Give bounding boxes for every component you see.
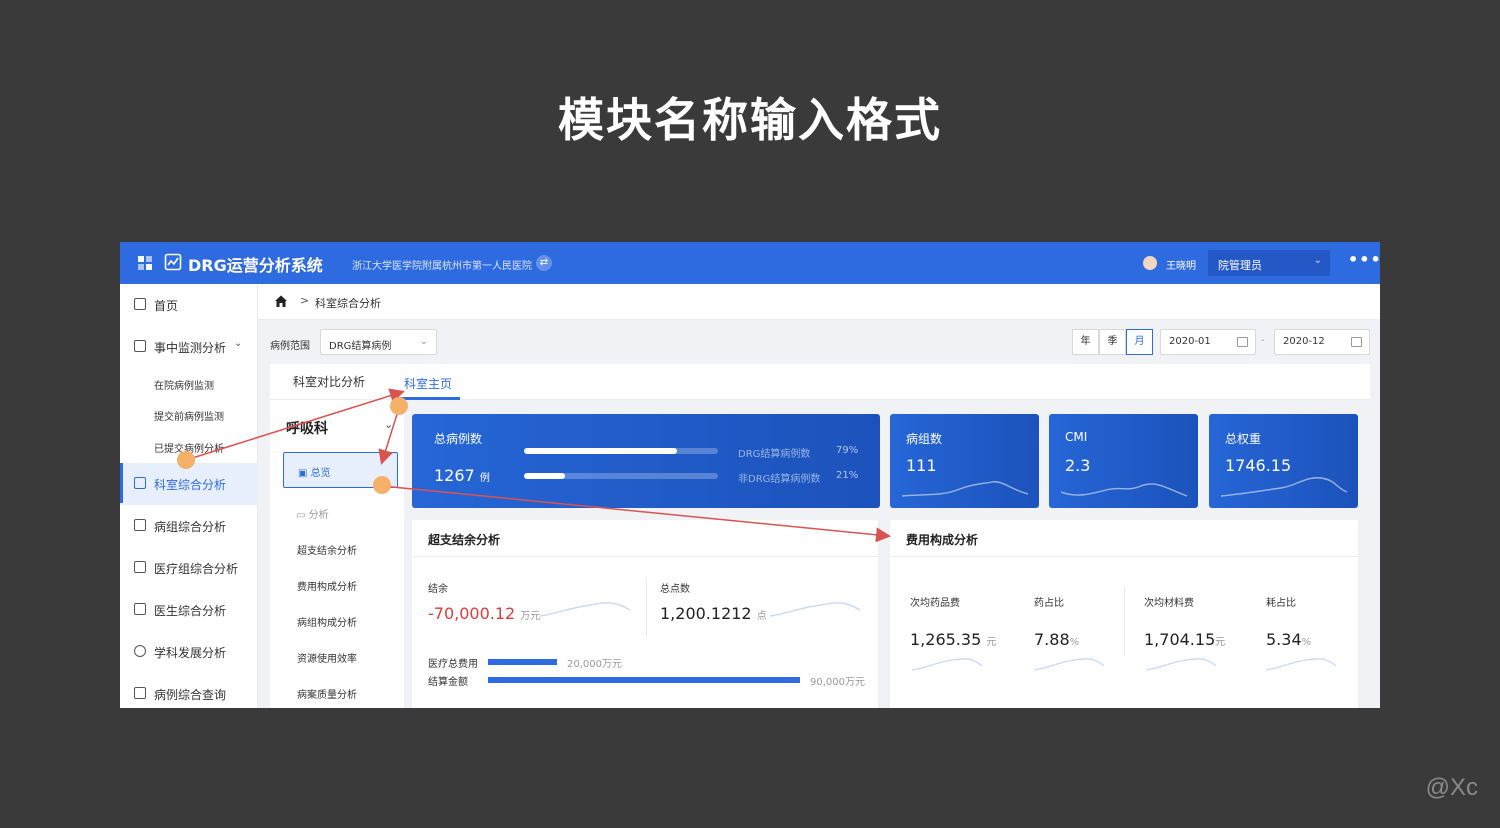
annotation-arrow xyxy=(381,485,891,543)
annotation-arrow xyxy=(378,407,400,465)
annotation-overlay xyxy=(177,388,891,543)
annotation-marker xyxy=(177,451,195,469)
annotation-marker xyxy=(390,397,408,415)
annotation-marker xyxy=(373,476,391,494)
annotation-arrow xyxy=(185,388,405,461)
slide-title: 模块名称输入格式 xyxy=(558,93,942,147)
watermark: @Xc xyxy=(1425,774,1478,801)
app-window: DRG运营分析系统 浙江大学医学院附属杭州市第一人民医院 ⇄ 王晓明 院管理员 … xyxy=(120,242,1380,708)
